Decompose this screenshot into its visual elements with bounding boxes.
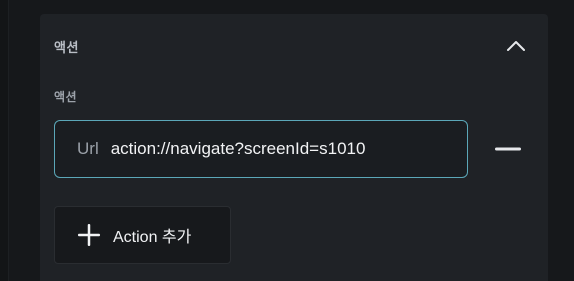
minus-icon xyxy=(495,147,521,151)
page: 액션 액션 Url action://navigate?screenId=s10… xyxy=(0,0,574,281)
action-field-label: 액션 xyxy=(54,90,78,104)
add-action-label: Action 추가 xyxy=(113,229,192,246)
action-section-panel: 액션 액션 Url action://navigate?screenId=s10… xyxy=(40,14,548,281)
plus-icon xyxy=(77,223,101,247)
left-edge-divider xyxy=(0,0,9,281)
chevron-up-icon xyxy=(506,40,526,52)
remove-action-button[interactable] xyxy=(490,136,526,162)
action-type-label: Url xyxy=(77,139,99,158)
add-action-button[interactable]: Action 추가 xyxy=(54,206,231,264)
collapse-section-button[interactable] xyxy=(502,34,530,58)
section-title: 액션 xyxy=(54,40,79,55)
action-url-value[interactable]: action://navigate?screenId=s1010 xyxy=(111,139,366,159)
action-url-field[interactable]: Url action://navigate?screenId=s1010 xyxy=(54,120,468,178)
